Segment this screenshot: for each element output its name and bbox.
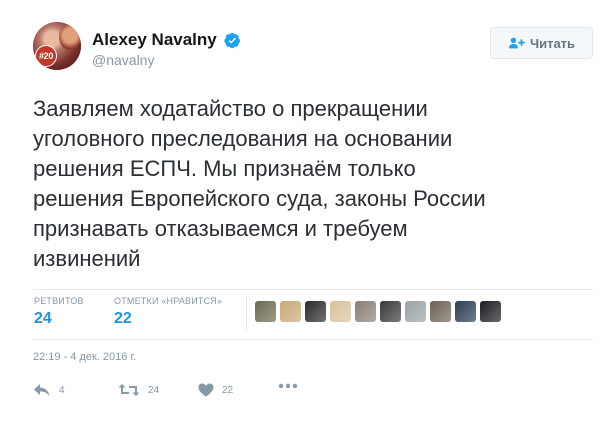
display-name[interactable]: Alexey Navalny xyxy=(92,30,217,50)
liker-avatar-3[interactable] xyxy=(305,301,326,322)
like-button[interactable]: 22 xyxy=(198,383,233,397)
tweet-timestamp[interactable]: 22:19 - 4 дек. 2016 г. xyxy=(33,351,136,363)
reply-button[interactable]: 4 xyxy=(33,383,65,397)
stats-separator xyxy=(246,296,247,332)
heart-icon xyxy=(198,383,214,397)
stats-divider-bottom xyxy=(33,339,593,340)
liker-avatar-4[interactable] xyxy=(330,301,351,322)
user-handle[interactable]: @navalny xyxy=(92,52,241,68)
verified-badge-icon xyxy=(224,32,241,48)
retweet-icon xyxy=(118,384,140,396)
reply-count: 4 xyxy=(59,384,65,396)
tweet-card: #20 Alexey Navalny @navalny Читать Заявл… xyxy=(0,0,616,427)
tweet-text-line: решения ЕСПЧ. Мы признаём только xyxy=(33,156,416,181)
avatar-badge: #20 xyxy=(35,45,57,67)
more-options-button[interactable] xyxy=(278,383,306,389)
likes-label: ОТМЕТКИ «НРАВИТСЯ» xyxy=(114,296,223,306)
retweets-count: 24 xyxy=(34,310,52,327)
more-dots-icon xyxy=(278,383,298,389)
retweet-count: 24 xyxy=(148,384,160,396)
liker-avatar-6[interactable] xyxy=(380,301,401,322)
like-count: 22 xyxy=(222,384,234,396)
retweet-button[interactable]: 24 xyxy=(118,383,159,397)
follow-button-label: Читать xyxy=(529,35,576,51)
retweets-label: РЕТВИТОВ xyxy=(34,296,84,306)
tweet-text-line: уголовного преследования на основании xyxy=(33,126,453,151)
tweet-text-line: признавать отказываемся и требуем xyxy=(33,216,408,241)
reply-icon xyxy=(34,384,50,396)
liker-avatar-5[interactable] xyxy=(355,301,376,322)
likes-count: 22 xyxy=(114,310,132,327)
liker-avatar-8[interactable] xyxy=(430,301,451,322)
avatar[interactable]: #20 xyxy=(33,22,81,70)
follow-button[interactable]: Читать xyxy=(490,27,593,59)
tweet-text-line: извинений xyxy=(33,246,141,271)
liker-avatars xyxy=(255,301,505,322)
author-block: Alexey Navalny @navalny xyxy=(92,30,241,68)
liker-avatar-9[interactable] xyxy=(455,301,476,322)
tweet-actions: 4 24 22 xyxy=(33,383,333,401)
likes-stat[interactable]: ОТМЕТКИ «НРАВИТСЯ» 22 xyxy=(114,296,222,328)
liker-avatar-2[interactable] xyxy=(280,301,301,322)
stats-divider-top xyxy=(33,289,593,290)
liker-avatar-1[interactable] xyxy=(255,301,276,322)
liker-avatar-10[interactable] xyxy=(480,301,501,322)
tweet-text-line: решения Европейского суда, законы России xyxy=(33,186,486,211)
liker-avatar-7[interactable] xyxy=(405,301,426,322)
add-user-icon xyxy=(508,37,525,49)
tweet-text-line: Заявляем ходатайство о прекращении xyxy=(33,96,428,121)
tweet-text: Заявляем ходатайство о прекращении уголо… xyxy=(33,94,598,274)
retweets-stat[interactable]: РЕТВИТОВ 24 xyxy=(34,296,84,328)
